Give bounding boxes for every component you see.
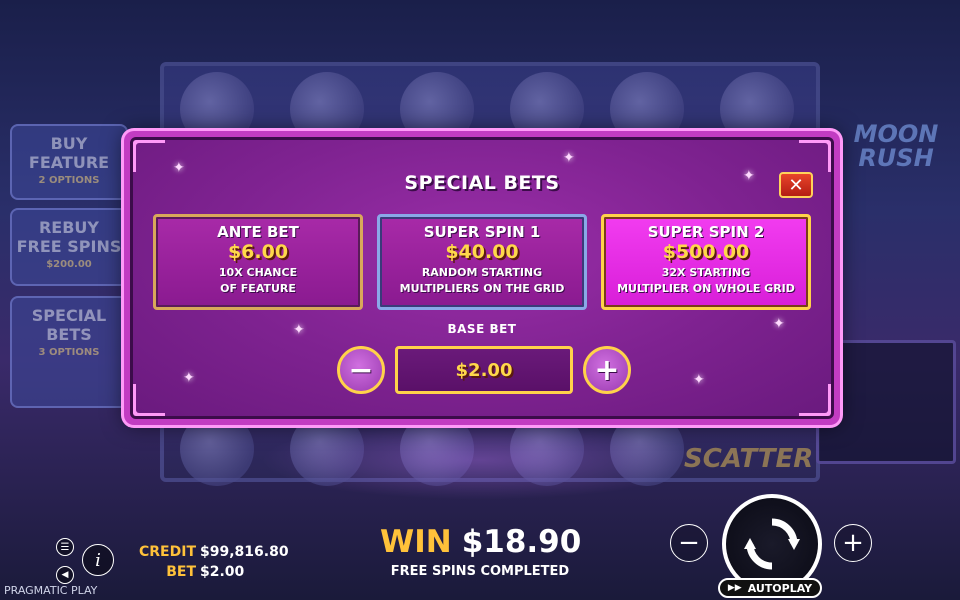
plus-icon: +: [594, 352, 620, 388]
card-desc-line: OF FEATURE: [220, 282, 296, 295]
close-button[interactable]: ✕: [779, 172, 813, 198]
bet-label: BET: [166, 564, 196, 580]
increase-bet-hud-button[interactable]: +: [834, 524, 872, 562]
special-bet-options: ANTE BET $6.00 10X CHANCE OF FEATURE SUP…: [153, 214, 811, 310]
super-spin-1-card[interactable]: SUPER SPIN 1 $40.00 RANDOM STARTING MULT…: [377, 214, 587, 310]
frame-corner: [799, 140, 831, 172]
special-bets-panel[interactable]: SPECIAL BETS 3 OPTIONS: [10, 296, 128, 408]
bet-value: $2.00: [200, 564, 245, 580]
rebuy-title: REBUY FREE SPINS: [16, 218, 122, 256]
minus-icon: −: [348, 352, 374, 388]
sparkle-icon: ✦: [563, 150, 575, 166]
card-name: SUPER SPIN 1: [423, 223, 541, 241]
win-amount: $18.90: [461, 524, 582, 560]
rebuy-free-spins-panel[interactable]: REBUY FREE SPINS $200.00: [10, 208, 128, 286]
buy-feature-sub: 2 OPTIONS: [38, 175, 100, 186]
card-description: 10X CHANCE OF FEATURE: [156, 265, 360, 297]
brand-label: PRAGMATIC PLAY: [4, 584, 98, 597]
card-description: RANDOM STARTING MULTIPLIERS ON THE GRID: [380, 265, 584, 297]
win-display: WIN $18.90 FREE SPINS COMPLETED: [380, 522, 582, 579]
card-price: $6.00: [227, 241, 289, 263]
card-desc-line: RANDOM STARTING: [421, 266, 543, 279]
credit-value: $99,816.80: [200, 544, 289, 560]
base-bet-value: $2.00: [395, 346, 573, 394]
rebuy-sub: $200.00: [46, 259, 92, 270]
scatter-symbol: SCATTER: [684, 444, 814, 474]
menu-icon[interactable]: ☰: [56, 538, 74, 556]
card-desc-line: 10X CHANCE: [218, 266, 298, 279]
autoplay-label: AUTOPLAY: [747, 581, 813, 595]
card-price: $40.00: [445, 241, 519, 263]
card-desc-line: MULTIPLIER ON WHOLE GRID: [617, 282, 795, 295]
spin-arrows-icon: [744, 518, 800, 570]
base-bet-stepper: − $2.00 +: [133, 344, 831, 394]
card-name: SUPER SPIN 2: [647, 223, 765, 241]
close-icon: ✕: [788, 174, 804, 196]
special-bets-modal: ✦ ✦ ✦ ✦ ✦ ✦ ✦ SPECIAL BETS ✕ ANTE BET $6…: [124, 131, 840, 425]
frame-corner: [133, 140, 165, 172]
ante-bet-card[interactable]: ANTE BET $6.00 10X CHANCE OF FEATURE: [153, 214, 363, 310]
credit-bet-display: CREDIT $99,816.80 BET $2.00: [138, 542, 289, 582]
super-spin-2-card[interactable]: SUPER SPIN 2 $500.00 32X STARTING MULTIP…: [601, 214, 811, 310]
increase-bet-button[interactable]: +: [583, 346, 631, 394]
buy-feature-title: BUY FEATURE: [28, 134, 110, 172]
card-desc-line: 32X STARTING: [661, 266, 751, 279]
minus-icon: −: [678, 528, 700, 558]
card-desc-line: MULTIPLIERS ON THE GRID: [399, 282, 565, 295]
modal-body: ✦ ✦ ✦ ✦ ✦ ✦ ✦ SPECIAL BETS ✕ ANTE BET $6…: [130, 137, 834, 419]
stage-glow: [260, 420, 700, 500]
card-name: ANTE BET: [217, 223, 299, 241]
modal-title: SPECIAL BETS: [404, 172, 560, 194]
win-label: WIN: [380, 524, 452, 560]
sound-icon[interactable]: ◀: [56, 566, 74, 584]
card-description: 32X STARTING MULTIPLIER ON WHOLE GRID: [604, 265, 808, 297]
autoplay-button[interactable]: ▶▶ AUTOPLAY: [718, 578, 822, 598]
special-bets-title: SPECIAL BETS: [31, 306, 107, 344]
base-bet-label: BASE BET: [447, 322, 517, 336]
special-bets-sub: 3 OPTIONS: [38, 347, 100, 358]
credit-label: CREDIT: [139, 544, 196, 560]
decrease-bet-hud-button[interactable]: −: [670, 524, 708, 562]
win-status: FREE SPINS COMPLETED: [390, 564, 570, 579]
info-icon[interactable]: i: [82, 544, 114, 576]
autoplay-icon: ▶▶: [727, 583, 742, 593]
plus-icon: +: [842, 528, 864, 558]
game-logo: MOON RUSH: [853, 120, 939, 172]
decrease-bet-button[interactable]: −: [337, 346, 385, 394]
card-price: $500.00: [662, 241, 750, 263]
buy-feature-panel[interactable]: BUY FEATURE 2 OPTIONS: [10, 124, 128, 200]
